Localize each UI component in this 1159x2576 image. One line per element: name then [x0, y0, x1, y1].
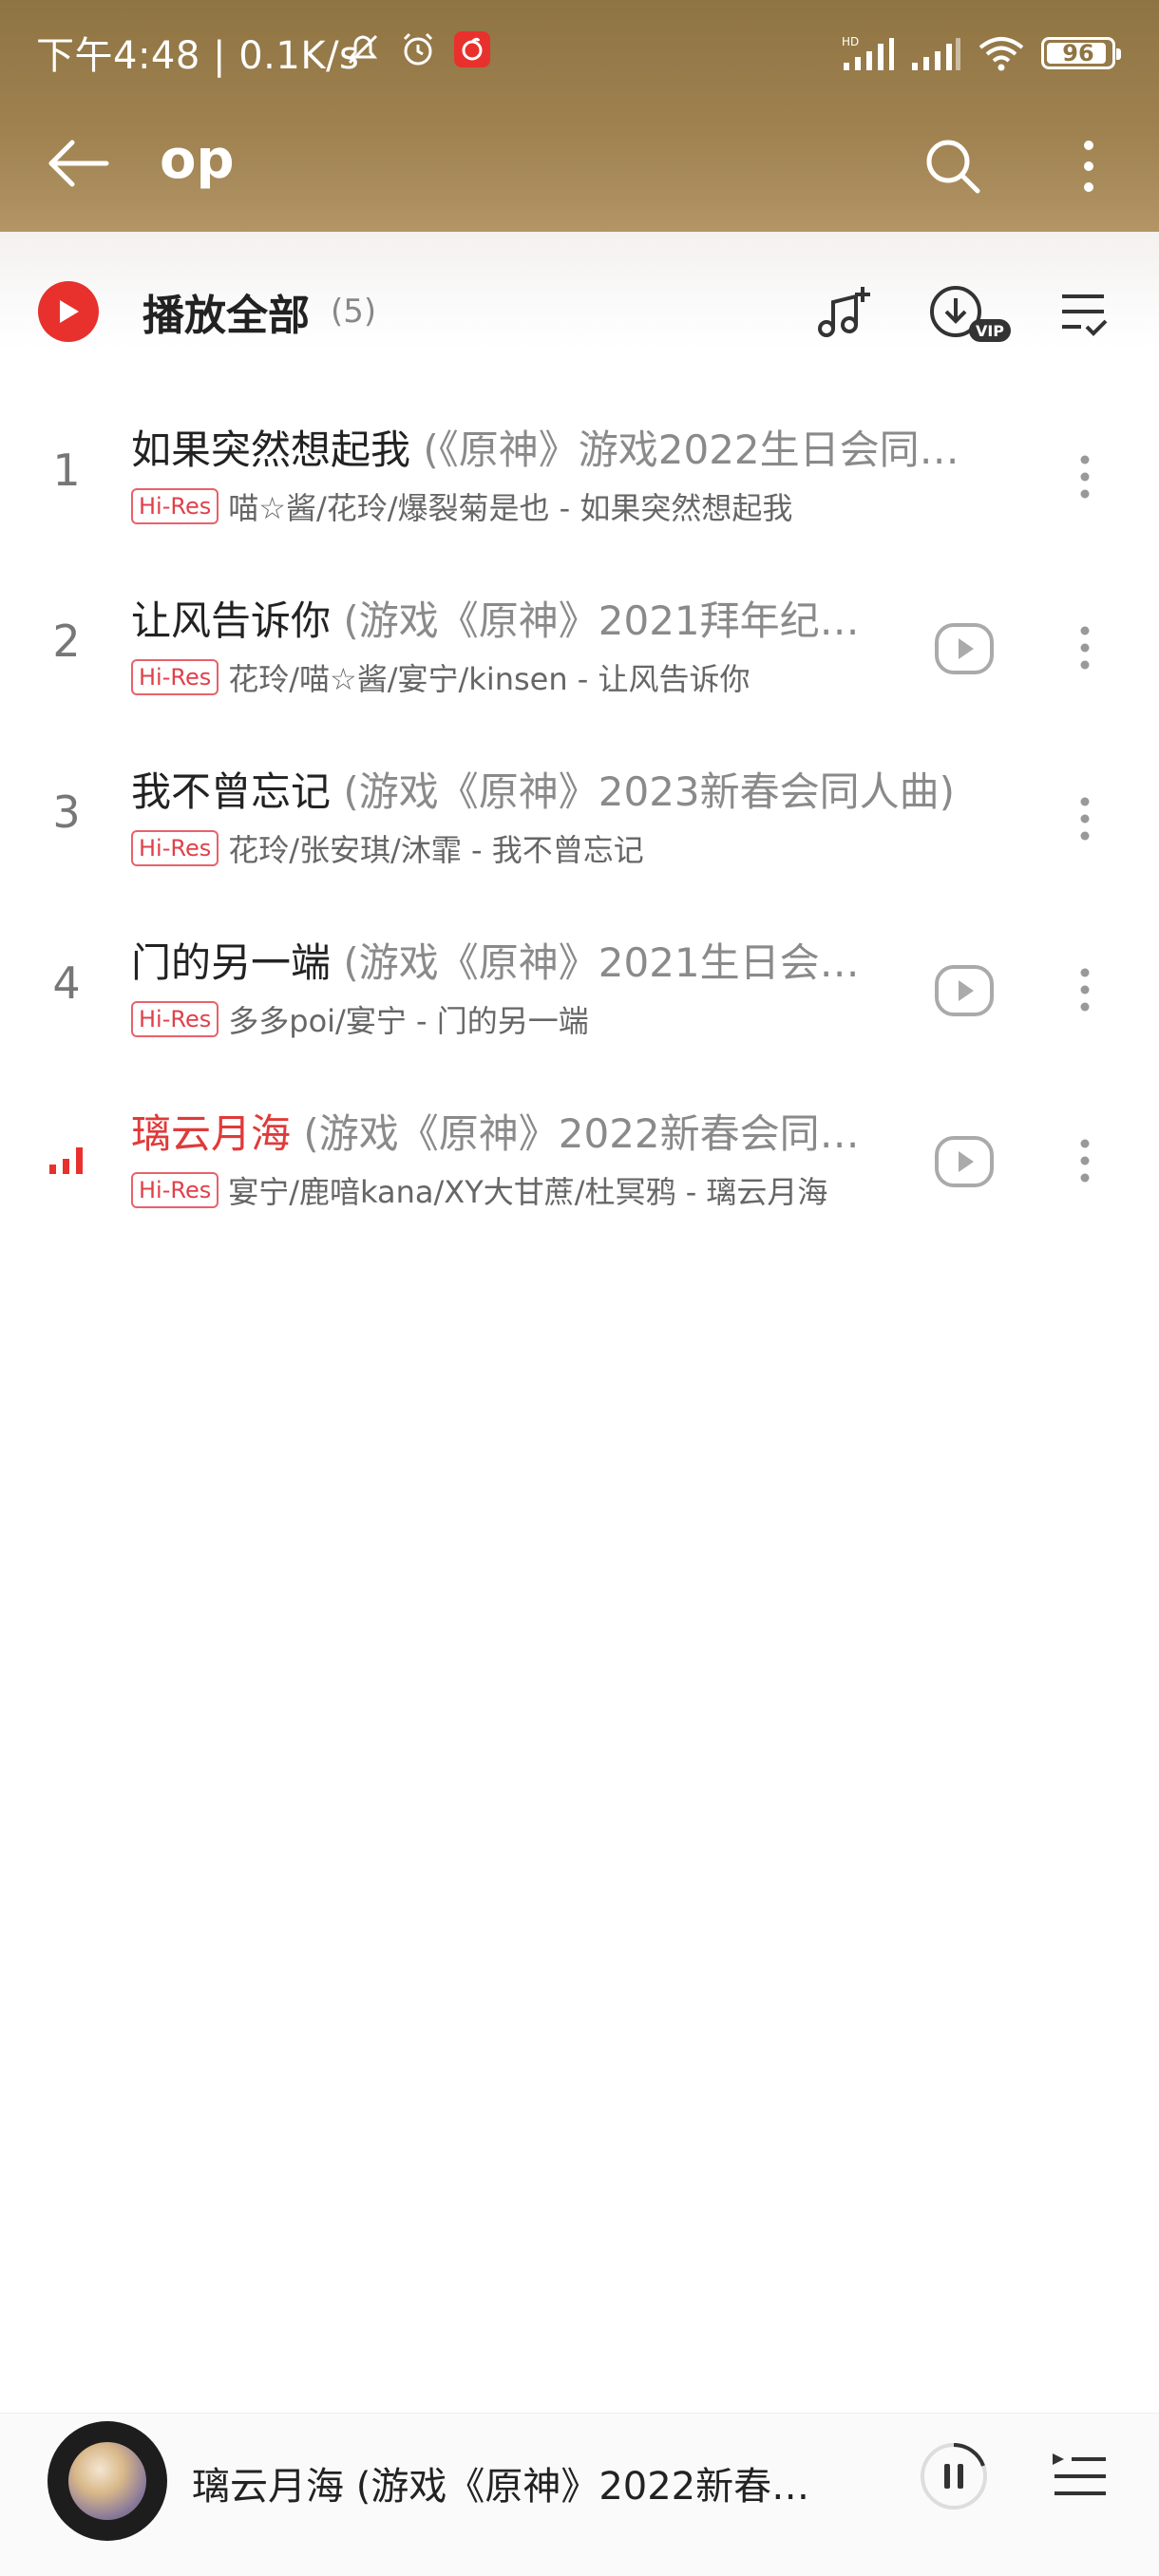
mv-button[interactable]	[931, 1128, 998, 1195]
mini-player[interactable]: 璃云月海 (游戏《原神》2022新春…	[0, 2413, 1159, 2576]
hi-res-badge: Hi-Res	[131, 1172, 219, 1208]
video-play-icon	[935, 1136, 994, 1187]
song-row-4[interactable]: 4 门的另一端 (游戏《原神》2021生日会… Hi-Res 多多poi/宴宁 …	[0, 902, 1159, 1073]
song-more-button[interactable]	[1056, 781, 1113, 857]
status-system-icons: HD 96	[840, 30, 1121, 76]
song-row-1[interactable]: 1 如果突然想起我 (《原神》游戏2022生日会同… Hi-Res 喵☆酱/花玲…	[0, 389, 1159, 560]
alarm-icon	[403, 32, 433, 66]
status-time: 下午4:48 | 0.1K/s	[36, 34, 360, 78]
hi-res-badge: Hi-Res	[131, 1001, 219, 1037]
more-options-button[interactable]	[1051, 125, 1127, 207]
song-meta: Hi-Res 喵☆酱/花玲/爆裂菊是也 - 如果突然想起我	[131, 484, 792, 528]
add-to-playlist-button[interactable]	[809, 279, 878, 348]
more-vertical-icon	[1080, 626, 1090, 670]
list-check-icon	[1062, 294, 1108, 336]
mv-button[interactable]	[931, 616, 998, 682]
svg-text:HD: HD	[842, 35, 859, 48]
song-row-2[interactable]: 2 让风告诉你 (游戏《原神》2021拜年纪… Hi-Res 花玲/喵☆酱/宴宁…	[0, 560, 1159, 731]
batch-select-button[interactable]	[1049, 279, 1117, 348]
video-play-icon	[935, 965, 994, 1016]
download-vip-icon: VIP	[930, 286, 1011, 342]
playlist-queue-button[interactable]	[1041, 2438, 1117, 2514]
pause-button[interactable]	[916, 2438, 992, 2514]
now-playing-bars-icon	[49, 1147, 83, 1174]
song-title-main: 我不曾忘记	[131, 768, 332, 815]
play-icon	[60, 300, 79, 323]
more-vertical-icon	[1080, 797, 1090, 841]
hi-res-badge: Hi-Res	[131, 830, 219, 866]
song-index: 1	[52, 445, 81, 496]
song-title-subtitle: (游戏《原神》2021生日会…	[331, 939, 860, 986]
more-vertical-icon	[1080, 968, 1090, 1012]
song-title-main: 让风告诉你	[131, 597, 332, 644]
song-more-button[interactable]	[1056, 1123, 1113, 1199]
wifi-icon	[978, 37, 1024, 71]
signal-icon	[912, 38, 960, 70]
song-artist: 花玲/张安琪/沐霏 - 我不曾忘记	[228, 832, 644, 868]
song-more-button[interactable]	[1056, 439, 1113, 515]
song-meta: Hi-Res 宴宁/鹿喑kana/XY大甘蔗/杜冥鸦 - 璃云月海	[131, 1168, 827, 1212]
status-notification-icons	[342, 28, 492, 70]
music-note-add-icon	[818, 287, 870, 337]
search-icon	[926, 140, 980, 194]
song-title-subtitle: (游戏《原神》2021拜年纪…	[331, 597, 860, 644]
video-play-icon	[935, 623, 994, 674]
netease-music-app-icon	[454, 31, 490, 67]
song-title-subtitle: (《原神》游戏2022生日会同…	[410, 426, 960, 473]
hi-res-badge: Hi-Res	[131, 488, 219, 524]
play-all-button[interactable]: 播放全部 (5)	[38, 281, 376, 342]
song-index: 2	[52, 616, 81, 667]
song-more-button[interactable]	[1056, 610, 1113, 686]
battery-level: 96	[1062, 40, 1094, 66]
more-vertical-icon	[1080, 1139, 1090, 1183]
song-meta: Hi-Res 花玲/张安琪/沐霏 - 我不曾忘记	[131, 826, 644, 870]
play-all-circle	[38, 281, 99, 342]
song-title: 门的另一端 (游戏《原神》2021生日会…	[131, 931, 891, 989]
song-count: (5)	[331, 293, 377, 331]
mv-button[interactable]	[931, 957, 998, 1024]
download-vip-button[interactable]: VIP	[927, 279, 1013, 348]
status-bar: 下午4:48 | 0.1K/s HD 96	[0, 0, 1159, 104]
arrow-left-icon	[48, 140, 109, 187]
song-artist: 喵☆酱/花玲/爆裂菊是也 - 如果突然想起我	[228, 490, 793, 526]
song-meta: Hi-Res 花玲/喵☆酱/宴宁/kinsen - 让风告诉你	[131, 655, 750, 699]
song-artist: 宴宁/鹿喑kana/XY大甘蔗/杜冥鸦 - 璃云月海	[228, 1174, 828, 1210]
search-query[interactable]: op	[160, 129, 235, 191]
song-title: 如果突然想起我 (《原神》游戏2022生日会同…	[131, 418, 1024, 476]
now-playing-title[interactable]: 璃云月海 (游戏《原神》2022新春…	[192, 2455, 809, 2510]
song-row-3[interactable]: 3 我不曾忘记 (游戏《原神》2023新春会同人曲) Hi-Res 花玲/张安琪…	[0, 731, 1159, 902]
song-meta: Hi-Res 多多poi/宴宁 - 门的另一端	[131, 997, 589, 1041]
song-artist: 多多poi/宴宁 - 门的另一端	[228, 1003, 589, 1039]
album-cover-image	[68, 2442, 146, 2520]
song-title-subtitle: (游戏《原神》2022新春会同…	[291, 1110, 860, 1157]
song-index: 4	[52, 957, 81, 1009]
song-index: 3	[52, 786, 81, 838]
song-row-5-now-playing[interactable]: 璃云月海 (游戏《原神》2022新春会同… Hi-Res 宴宁/鹿喑kana/X…	[0, 1073, 1159, 1244]
album-disc[interactable]	[48, 2421, 167, 2541]
mute-notifications-icon	[348, 34, 378, 65]
battery-indicator: 96	[1041, 37, 1121, 69]
play-all-toolbar: 播放全部 (5) VIP	[0, 232, 1159, 350]
song-artist: 花玲/喵☆酱/宴宁/kinsen - 让风告诉你	[228, 661, 750, 697]
back-button[interactable]	[40, 125, 116, 201]
song-title: 璃云月海 (游戏《原神》2022新春会同…	[131, 1102, 891, 1160]
song-title: 我不曾忘记 (游戏《原神》2023新春会同人曲)	[131, 760, 1024, 818]
song-title-main: 璃云月海	[131, 1110, 292, 1157]
song-title: 让风告诉你 (游戏《原神》2021拜年纪…	[131, 589, 891, 647]
song-title-main: 门的另一端	[131, 939, 332, 986]
more-vertical-icon	[1080, 455, 1090, 499]
search-button[interactable]	[912, 125, 994, 207]
search-nav-bar: op	[0, 104, 1159, 232]
play-all-label: 播放全部	[142, 292, 310, 340]
song-title-subtitle: (游戏《原神》2023新春会同人曲)	[331, 768, 956, 815]
playlist-icon	[1053, 2453, 1106, 2495]
more-vertical-icon	[1084, 141, 1093, 192]
song-more-button[interactable]	[1056, 952, 1113, 1028]
pause-circle-icon	[921, 2443, 987, 2510]
hi-res-badge: Hi-Res	[131, 659, 219, 695]
signal-hd-icon: HD	[842, 35, 894, 70]
song-title-main: 如果突然想起我	[131, 426, 411, 473]
svg-text:VIP: VIP	[976, 322, 1004, 340]
